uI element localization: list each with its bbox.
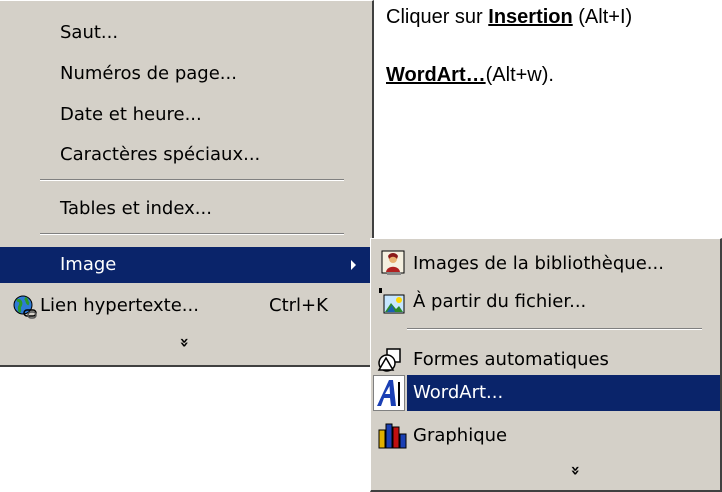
clipart-icon	[381, 250, 405, 275]
menu-item-numeros-de-page[interactable]: Numéros de page...	[0, 56, 372, 92]
insert-menu: Saut... Numéros de page... Date et heure…	[0, 0, 374, 367]
wordart-icon	[373, 375, 405, 411]
wordart-keyword: WordArt…	[386, 64, 486, 86]
menu-item-label: Graphique	[413, 425, 508, 446]
menu-item-label: Formes automatiques	[413, 349, 609, 370]
instruction-prefix: Cliquer sur	[386, 6, 489, 28]
menu-item-label: Caractères spéciaux...	[60, 144, 261, 165]
submenu-item-graphique[interactable]: Graphique	[371, 418, 720, 454]
menu-item-lien-hypertexte[interactable]: Lien hypertexte... Ctrl+K	[0, 288, 372, 324]
autoshapes-icon	[377, 348, 401, 372]
instruction-line-1: Cliquer sur Insertion (Alt+I)	[386, 6, 632, 29]
menu-item-image[interactable]: Image	[0, 247, 372, 283]
menu-item-label: WordArt...	[413, 382, 504, 403]
menu-item-label: À partir du fichier...	[413, 291, 587, 312]
menu-separator	[40, 233, 344, 235]
menu-item-label: Images de la bibliothèque...	[413, 253, 664, 274]
instruction-shortcut-wordart: (Alt+w).	[485, 64, 554, 86]
picture-file-icon	[379, 288, 405, 314]
menu-item-tables-et-index[interactable]: Tables et index...	[0, 191, 372, 227]
image-submenu: Images de la bibliothèque... À partir du…	[370, 238, 722, 492]
instruction-line-2: WordArt…(Alt+w).	[386, 64, 554, 87]
menu-item-label: Image	[60, 254, 117, 275]
expand-submenu-chevron-icon[interactable]: »	[567, 465, 586, 475]
menu-separator	[40, 179, 344, 181]
menu-item-label: Tables et index...	[60, 198, 212, 219]
submenu-item-images-bibliotheque[interactable]: Images de la bibliothèque...	[371, 246, 720, 282]
menu-item-shortcut: Ctrl+K	[269, 295, 328, 316]
chart-icon	[378, 423, 407, 449]
expand-menu-chevron-icon[interactable]: »	[176, 337, 195, 347]
menu-item-label: Saut...	[60, 22, 119, 43]
menu-item-label: Lien hypertexte...	[40, 295, 199, 316]
menu-item-saut[interactable]: Saut...	[0, 15, 372, 51]
submenu-item-formes-automatiques[interactable]: Formes automatiques	[371, 342, 720, 378]
submenu-item-a-partir-du-fichier[interactable]: À partir du fichier...	[371, 284, 720, 320]
menu-item-caracteres-speciaux[interactable]: Caractères spéciaux...	[0, 137, 372, 173]
submenu-item-wordart[interactable]: WordArt...	[407, 375, 720, 411]
menu-item-label: Date et heure...	[60, 104, 202, 125]
menu-item-date-et-heure[interactable]: Date et heure...	[0, 97, 372, 133]
menu-separator	[407, 328, 702, 330]
submenu-arrow-icon	[351, 260, 356, 270]
globe-link-icon	[13, 295, 37, 319]
insertion-keyword: Insertion	[488, 6, 573, 28]
menu-item-label: Numéros de page...	[60, 63, 237, 84]
instruction-shortcut-insert: (Alt+I)	[572, 6, 633, 28]
